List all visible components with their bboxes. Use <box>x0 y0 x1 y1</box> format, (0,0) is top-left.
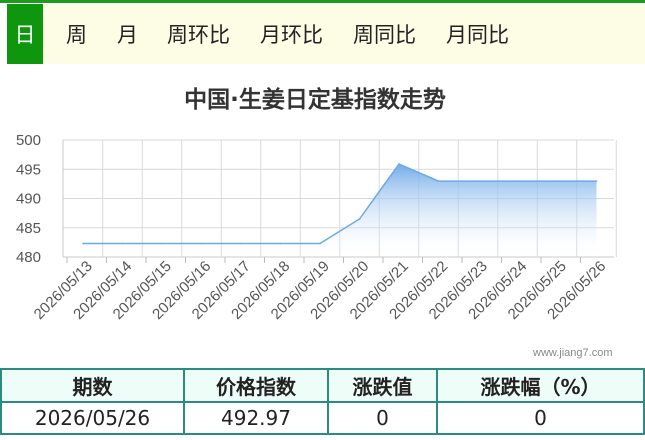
index-trend-chart: 中国·生姜日定基指数走势 480 485 490 495 500 2026/05/132… <box>16 86 617 323</box>
cell-price-index: 492.97 <box>183 401 329 435</box>
cell-change-pct: 0 <box>436 401 645 435</box>
data-point <box>437 180 440 182</box>
data-point <box>516 180 519 182</box>
y-tick-label: 495 <box>16 161 41 178</box>
y-tick-label: 490 <box>16 191 41 208</box>
data-point <box>121 242 124 245</box>
data-point <box>556 180 558 182</box>
col-header-price-index: 价格指数 <box>183 368 329 403</box>
data-point <box>477 180 479 182</box>
col-header-change-pct: 涨跌幅（%） <box>436 368 645 403</box>
col-header-period: 期数 <box>0 368 185 403</box>
tab-month-on-month[interactable]: 月环比 <box>260 4 323 64</box>
data-point <box>358 218 361 220</box>
x-axis: 2026/05/132026/05/142026/05/152026/05/16… <box>31 256 614 323</box>
col-header-change-value: 涨跌值 <box>327 368 438 403</box>
top-accent-bar <box>0 0 645 3</box>
cell-change-value: 0 <box>327 401 438 435</box>
tab-week-year-on-year[interactable]: 周同比 <box>353 4 416 64</box>
cell-period: 2026/05/26 <box>0 401 185 435</box>
period-tab-bar: 日 周 月 周环比 月环比 周同比 月同比 <box>7 4 645 64</box>
watermark: www.jiang7.com <box>533 347 613 359</box>
y-tick-label: 480 <box>16 249 41 266</box>
tab-month-year-on-year[interactable]: 月同比 <box>446 4 509 64</box>
data-point <box>82 242 84 245</box>
table-header-row: 期数 价格指数 涨跌值 涨跌幅（%） <box>0 368 645 403</box>
data-point <box>161 242 163 245</box>
data-point <box>398 163 400 165</box>
table-row: 2026/05/26 492.97 0 0 <box>0 401 645 435</box>
tab-month[interactable]: 月 <box>117 4 138 64</box>
tab-day[interactable]: 日 <box>7 4 43 64</box>
tab-week-on-week[interactable]: 周环比 <box>167 4 230 64</box>
data-point <box>279 242 282 245</box>
data-point <box>319 242 321 245</box>
chart-title: 中国·生姜日定基指数走势 <box>184 86 446 113</box>
index-summary-table: 期数 价格指数 涨跌值 涨跌幅（%） 2026/05/26 492.97 0 0 <box>0 368 645 435</box>
data-point <box>240 242 242 245</box>
y-tick-label: 485 <box>16 220 41 237</box>
data-point <box>595 180 598 182</box>
data-point <box>200 242 203 245</box>
y-axis: 480 485 490 495 500 <box>16 132 64 266</box>
y-tick-label: 500 <box>16 132 41 149</box>
tab-week[interactable]: 周 <box>66 4 87 64</box>
